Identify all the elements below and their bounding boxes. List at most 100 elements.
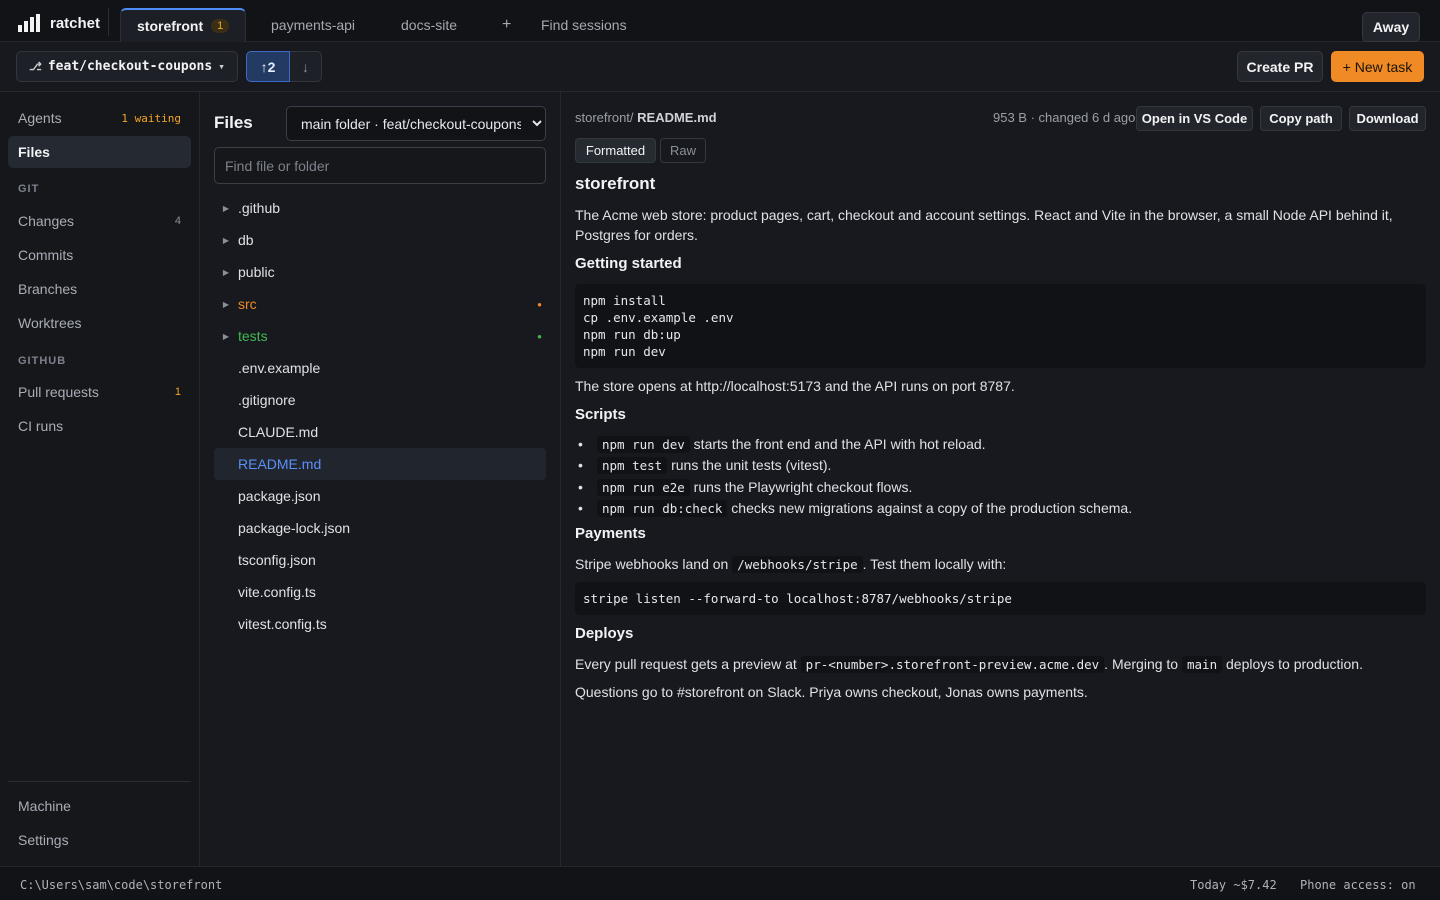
sidebar-item-label: Worktrees	[18, 315, 82, 331]
cost-today: Today ~$7.42	[1190, 878, 1277, 892]
tree-item-label: CLAUDE.md	[238, 424, 319, 440]
readme-title: storefront	[575, 174, 656, 193]
sidebar-item-ci-runs[interactable]: CI runs	[8, 410, 191, 442]
tab-label: storefront	[137, 18, 204, 34]
payments-command-code: stripe listen --forward-to localhost:878…	[575, 582, 1426, 615]
bars-logo-icon	[18, 14, 40, 32]
section-github-heading: GITHUB	[18, 355, 67, 367]
files-panel: Files main folder · feat/checkout-coupon…	[200, 92, 561, 866]
tree-folder-db[interactable]: ▶ db	[214, 224, 546, 256]
download-button[interactable]: Download	[1349, 106, 1426, 131]
caret-right-icon: ▶	[222, 331, 230, 341]
tab-docs-site[interactable]: docs-site	[401, 8, 457, 42]
file-search-input[interactable]	[214, 147, 546, 184]
new-task-button[interactable]: + New task	[1331, 51, 1424, 82]
inline-code: npm run e2e	[597, 478, 690, 496]
sidebar-item-branches[interactable]: Branches	[8, 273, 191, 305]
tree-item-label: .env.example	[238, 360, 321, 376]
list-item-text: starts the front end and the API with ho…	[689, 436, 986, 452]
caret-right-icon: ▶	[222, 299, 230, 309]
raw-toggle[interactable]: Raw	[660, 138, 706, 163]
open-in-vscode-button[interactable]: Open in VS Code	[1136, 106, 1253, 131]
tree-file-tsconfig-json[interactable]: tsconfig.json	[214, 544, 546, 576]
working-directory: C:\Users\sam\code\storefront	[20, 878, 223, 892]
tree-file-vite-config[interactable]: vite.config.ts	[214, 576, 546, 608]
pull-requests-count-badge: 1	[174, 386, 181, 398]
status-bar: C:\Users\sam\code\storefront Today ~$7.4…	[0, 866, 1440, 900]
sidebar-divider	[8, 781, 191, 782]
create-pr-button[interactable]: Create PR	[1237, 51, 1323, 82]
files-title: Files	[214, 113, 253, 132]
changes-count-badge: 4	[174, 215, 181, 227]
sidebar-item-pull-requests[interactable]: Pull requests 1	[8, 376, 191, 408]
payments-text-after: . Test them locally with:	[862, 556, 1007, 572]
copy-path-button[interactable]: Copy path	[1260, 106, 1342, 131]
tree-file-vitest-config[interactable]: vitest.config.ts	[214, 608, 546, 640]
find-sessions-button[interactable]: Find sessions	[541, 8, 627, 42]
tree-item-label: package-lock.json	[238, 520, 351, 536]
sidebar-item-worktrees[interactable]: Worktrees	[8, 307, 191, 339]
tree-item-label: tests	[238, 328, 268, 344]
tree-folder-public[interactable]: ▶ public	[214, 256, 546, 288]
tree-item-label: .gitignore	[238, 392, 296, 408]
sidebar-item-commits[interactable]: Commits	[8, 239, 191, 271]
sidebar-item-machine[interactable]: Machine	[8, 790, 191, 822]
deploys-text: Every pull request gets a preview at pr-…	[575, 654, 1426, 675]
sidebar-item-label: Files	[18, 144, 50, 160]
tree-item-label: vite.config.ts	[238, 584, 316, 600]
tab-label: docs-site	[401, 17, 458, 33]
breadcrumb-file: README.md	[633, 110, 717, 125]
deploys-text-middle: . Merging to	[1104, 656, 1182, 672]
tree-file-package-json[interactable]: package.json	[214, 480, 546, 512]
away-button[interactable]: Away	[1362, 12, 1420, 42]
folder-select[interactable]: main folder · feat/checkout-coupons	[286, 106, 546, 141]
sidebar-item-label: Machine	[18, 798, 71, 814]
tree-file-gitignore[interactable]: .gitignore	[214, 384, 546, 416]
tab-storefront[interactable]: storefront 1	[120, 8, 247, 42]
branch-bar: ⎇ feat/checkout-coupons ▾ ↑2 ↓ Create PR…	[0, 42, 1440, 92]
modified-dot-icon: ●	[537, 299, 542, 309]
scripts-list: npm run dev starts the front end and the…	[575, 434, 1426, 519]
inline-code: pr-<number>.storefront-preview.acme.dev	[800, 656, 1105, 673]
phone-access-status[interactable]: Phone access: on	[1300, 878, 1416, 892]
chevron-down-icon: ▾	[218, 60, 225, 73]
formatted-toggle[interactable]: Formatted	[575, 138, 656, 163]
sidebar-item-label: Changes	[18, 213, 75, 229]
app-logo[interactable]: ratchet	[18, 13, 100, 33]
sidebar-item-changes[interactable]: Changes 4	[8, 205, 191, 237]
pull-commits-button[interactable]: ↓	[290, 51, 322, 82]
added-dot-icon: ●	[537, 331, 542, 341]
sidebar-item-label: Branches	[18, 281, 78, 297]
push-commits-button[interactable]: ↑2	[246, 51, 290, 82]
payments-text: Stripe webhooks land on /webhooks/stripe…	[575, 554, 1426, 575]
tree-folder-github[interactable]: ▶ .github	[214, 192, 546, 224]
sidebar-item-label: Commits	[18, 247, 74, 263]
tree-file-readme-md[interactable]: README.md	[214, 448, 546, 480]
tree-item-label: db	[238, 232, 254, 248]
breadcrumb-folder[interactable]: storefront/	[575, 110, 634, 125]
app-name: ratchet	[50, 14, 101, 32]
tree-item-label: tsconfig.json	[238, 552, 316, 568]
sidebar-item-label: Pull requests	[18, 384, 99, 400]
tab-badge: 1	[211, 19, 230, 33]
branch-selector[interactable]: ⎇ feat/checkout-coupons ▾	[16, 51, 238, 82]
add-tab-button[interactable]: +	[502, 8, 511, 42]
tree-file-claude-md[interactable]: CLAUDE.md	[214, 416, 546, 448]
sidebar-item-settings[interactable]: Settings	[8, 824, 191, 856]
scripts-heading: Scripts	[575, 406, 626, 423]
sidebar-item-files[interactable]: Files	[8, 136, 191, 168]
tree-file-package-lock-json[interactable]: package-lock.json	[214, 512, 546, 544]
list-item: npm run e2e runs the Playwright checkout…	[575, 477, 1426, 498]
caret-right-icon: ▶	[222, 267, 230, 277]
inline-code: main	[1182, 656, 1223, 673]
getting-started-heading: Getting started	[575, 255, 682, 272]
list-item: npm run db:check checks new migrations a…	[575, 498, 1426, 519]
tab-payments-api[interactable]: payments-api	[271, 8, 355, 42]
tree-folder-src[interactable]: ▶ src ●	[214, 288, 546, 320]
tree-folder-tests[interactable]: ▶ tests ●	[214, 320, 546, 352]
tree-item-label: public	[238, 264, 275, 280]
inline-code: npm run db:check	[597, 499, 728, 517]
tree-file-env-example[interactable]: .env.example	[214, 352, 546, 384]
sidebar-item-agents[interactable]: Agents 1 waiting	[8, 102, 191, 134]
branch-icon: ⎇	[29, 60, 42, 73]
